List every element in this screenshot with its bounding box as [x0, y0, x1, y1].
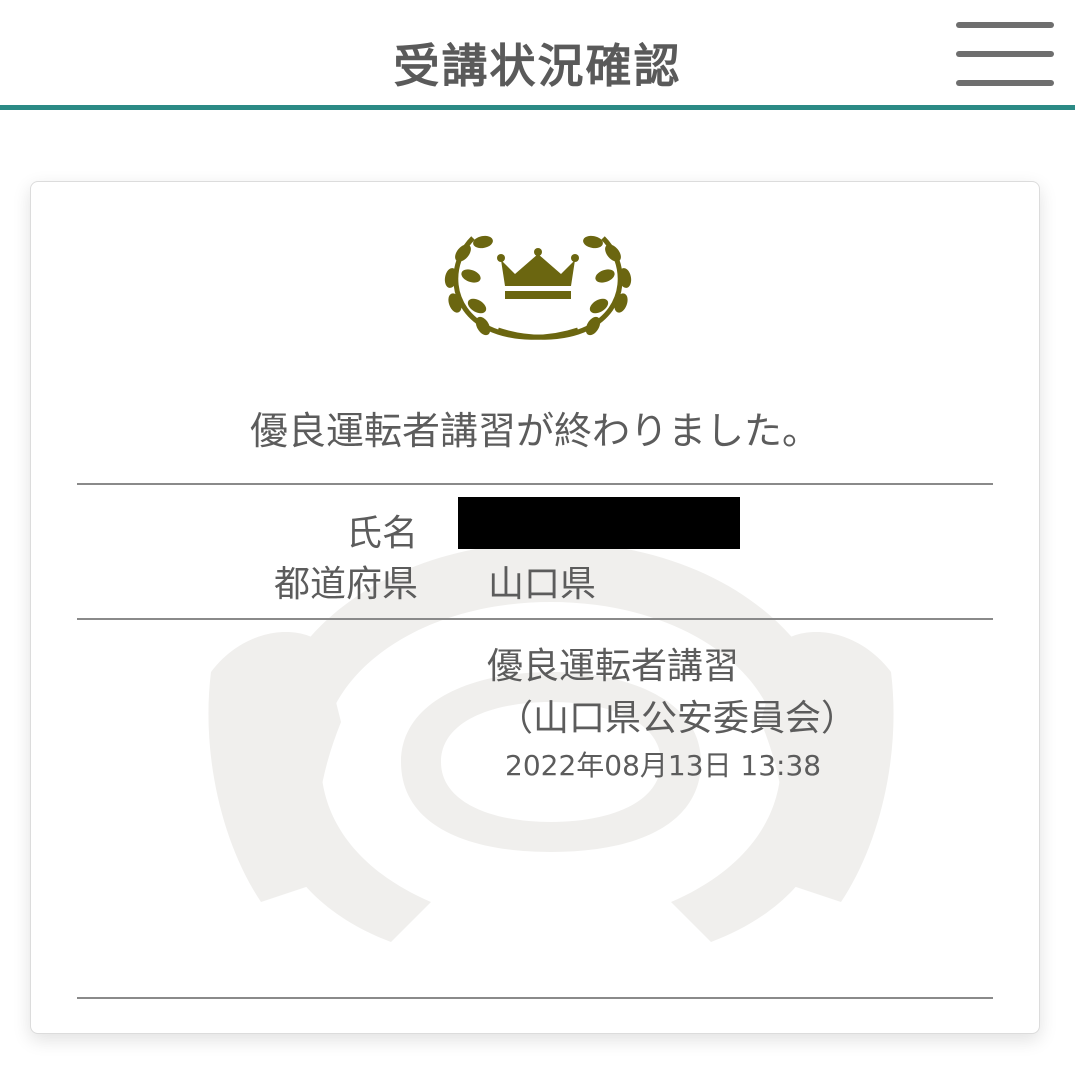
page-title: 受講状況確認: [393, 39, 682, 93]
app-header: 受講状況確認: [0, 0, 1075, 110]
divider: [77, 483, 993, 485]
course-issuer: （山口県公安委員会）: [497, 698, 858, 739]
laurel-crown-icon: [444, 235, 632, 340]
prefecture-label: 都道府県: [273, 564, 418, 605]
hamburger-menu-icon[interactable]: [956, 22, 1054, 88]
menu-bar: [956, 51, 1054, 57]
divider: [77, 618, 993, 620]
completion-card: 優良運転者講習が終わりました。 氏名 都道府県 山口県 優良運転者講習 （山口県…: [30, 181, 1040, 1034]
course-name: 優良運転者講習: [487, 646, 740, 687]
prefecture-value: 山口県: [488, 564, 597, 605]
menu-bar: [956, 22, 1054, 28]
menu-bar: [956, 80, 1054, 86]
name-label: 氏名: [345, 513, 418, 554]
redacted-name: [458, 497, 740, 549]
divider: [77, 997, 993, 999]
completion-datetime: 2022年08月13日 13:38: [505, 749, 822, 782]
completion-message: 優良運転者講習が終わりました。: [249, 409, 820, 453]
